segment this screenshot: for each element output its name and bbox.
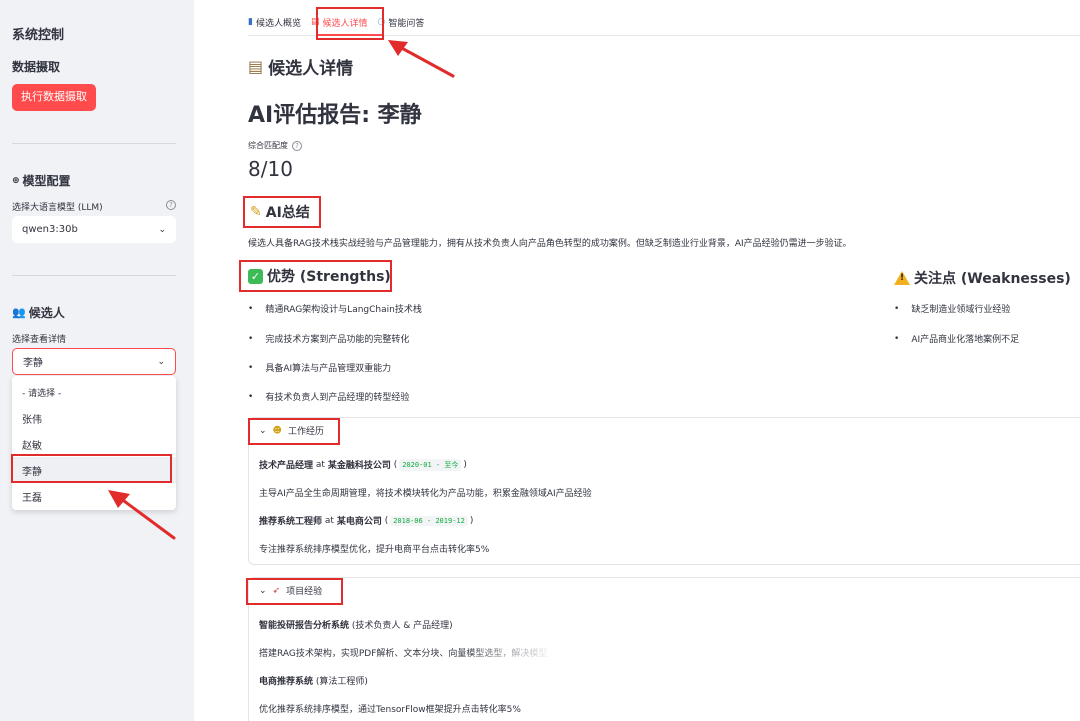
list-item: 具备AI算法与产品管理双重能力 (248, 361, 391, 374)
work-entry-title: 技术产品经理 at 某金融科技公司 (2020-01 - 至今) (259, 458, 467, 471)
people-icon: 👥 (12, 306, 26, 319)
list-item: 有技术负责人到产品经理的转型经验 (248, 390, 409, 403)
candidate-select-label: 选择查看详情 (12, 335, 67, 345)
project-entry-title: 智能投研报告分析系统 (技术负责人 & 产品经理) (259, 621, 453, 631)
check-icon: ✓ (248, 268, 263, 284)
list-item: 精通RAG架构设计与LangChain技术栈 (248, 302, 422, 315)
sidebar-divider (12, 143, 176, 144)
weaknesses-heading: 关注点 (Weaknesses) (894, 268, 1071, 288)
clipboard-icon: ▤ (248, 57, 264, 76)
project-entry-desc: 优化推荐系统排序模型，通过TensorFlow框架提升点击转化率5% (259, 705, 521, 715)
project-entry-title: 电商推荐系统 (算法工程师) (259, 677, 368, 687)
chevron-down-icon: ⌄ (157, 356, 165, 367)
chevron-down-icon: ⌄ (259, 585, 267, 596)
tab-overview[interactable]: ▮ 候选人概览 (248, 14, 301, 30)
list-item: 完成技术方案到产品功能的完整转化 (248, 332, 409, 345)
work-entry-title: 推荐系统工程师 at 某电商公司 (2018-06 - 2019-12) (259, 515, 474, 527)
worker-icon: ☻ (272, 425, 282, 436)
clipboard-icon: ▤ (310, 17, 320, 27)
metric-label: 综合匹配度 ? (248, 140, 302, 151)
main-content: ▮ 候选人概览 ▤ 候选人详情 ○ 智能问答 ▤ 候选人详情 AI评估报告: 李… (194, 0, 1080, 721)
work-expander: ⌄ ☻ 工作经历 技术产品经理 at 某金融科技公司 (2020-01 - 至今… (248, 417, 1080, 565)
candidate-dropdown: - 请选择 - 张伟 赵敏 李静 王磊 (12, 376, 176, 510)
tab-qa[interactable]: ○ 智能问答 (378, 14, 425, 30)
candidate-select[interactable]: 李静 ⌄ (12, 348, 176, 375)
project-entry-desc: 搭建RAG技术架构，实现PDF解析、文本分块、向量模型选型，解决模型 (259, 646, 547, 659)
metric-value: 8/10 (248, 157, 293, 181)
projects-expander: ⌄ ➶ 项目经验 智能投研报告分析系统 (技术负责人 & 产品经理) 搭建RAG… (248, 577, 1080, 721)
active-tab-indicator (316, 34, 382, 36)
projects-expander-header[interactable]: ⌄ ➶ 项目经验 (259, 584, 322, 598)
chevron-down-icon: ⌄ (158, 224, 166, 235)
dropdown-option[interactable]: - 请选择 - (12, 379, 176, 405)
help-icon[interactable]: ? (292, 140, 302, 151)
sidebar: 系统控制 数据摄取 执行数据摄取 ⊕ 模型配置 选择大语言模型 (LLM) ? … (0, 0, 194, 721)
run-ingest-button[interactable]: 执行数据摄取 (12, 84, 96, 111)
strengths-heading: ✓ 优势 (Strengths) (248, 266, 391, 286)
model-config-heading: ⊕ 模型配置 (12, 174, 71, 188)
help-icon[interactable]: ? (166, 200, 176, 210)
list-item: 缺乏制造业领域行业经验 (894, 302, 1010, 315)
dropdown-option[interactable]: 赵敏 (12, 431, 176, 457)
brain-icon: ⊕ (12, 175, 20, 186)
dropdown-option[interactable]: 张伟 (12, 405, 176, 431)
list-item: AI产品商业化落地案例不足 (894, 332, 1019, 345)
warning-icon (894, 271, 910, 285)
summary-text: 候选人具备RAG技术栈实战经验与产品管理能力，拥有从技术负责人向产品角色转型的成… (248, 239, 852, 249)
bar-chart-icon: ▮ (248, 17, 253, 27)
dropdown-option[interactable]: 王磊 (12, 483, 176, 509)
memo-icon: ✎ (250, 204, 262, 220)
chevron-down-icon: ⌄ (259, 425, 267, 436)
speech-bubble-icon: ○ (377, 17, 386, 27)
work-expander-header[interactable]: ⌄ ☻ 工作经历 (259, 424, 324, 438)
data-ingest-heading: 数据摄取 (12, 60, 61, 74)
tab-bar: ▮ 候选人概览 ▤ 候选人详情 ○ 智能问答 (248, 14, 424, 30)
work-entry-desc: 专注推荐系统排序模型优化，提升电商平台点击转化率5% (259, 545, 490, 555)
report-title: AI评估报告: 李静 (248, 103, 422, 128)
sidebar-title: 系统控制 (12, 28, 65, 43)
model-select[interactable]: qwen3:30b ⌄ (12, 216, 176, 243)
rocket-icon: ➶ (272, 585, 281, 596)
candidate-heading: 👥 候选人 (12, 306, 65, 320)
summary-heading: ✎ AI总结 (250, 204, 310, 221)
model-select-label: 选择大语言模型 (LLM) (12, 203, 103, 213)
work-entry-desc: 主导AI产品全生命周期管理，将技术模块转化为产品功能，积累金融领域AI产品经验 (259, 489, 592, 499)
sidebar-divider (12, 275, 176, 276)
detail-heading: ▤ 候选人详情 (248, 57, 354, 79)
dropdown-option-selected[interactable]: 李静 (12, 457, 176, 483)
tab-detail[interactable]: ▤ 候选人详情 (311, 14, 368, 30)
